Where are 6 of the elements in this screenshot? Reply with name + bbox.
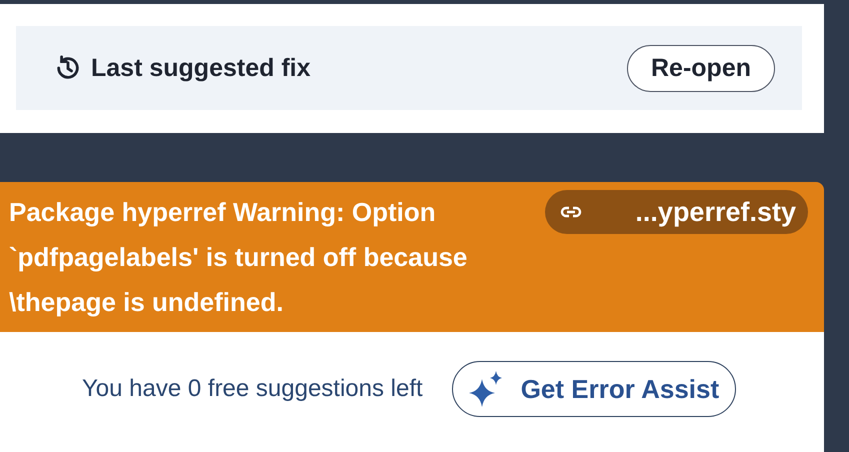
suggestions-left: You have 0 free suggestions left	[82, 375, 423, 403]
error-message: Package hyperref Warning: Option `pdfpagelabels' is turned off because \thepage is undefined.	[9, 196, 468, 319]
reopen-button[interactable]: Re-open	[627, 44, 775, 92]
error-assist-button[interactable]: Get Error Assist	[452, 361, 736, 417]
fix-title: Last suggested fix	[91, 54, 312, 82]
file-link[interactable]: ...yperref.sty	[545, 190, 808, 234]
